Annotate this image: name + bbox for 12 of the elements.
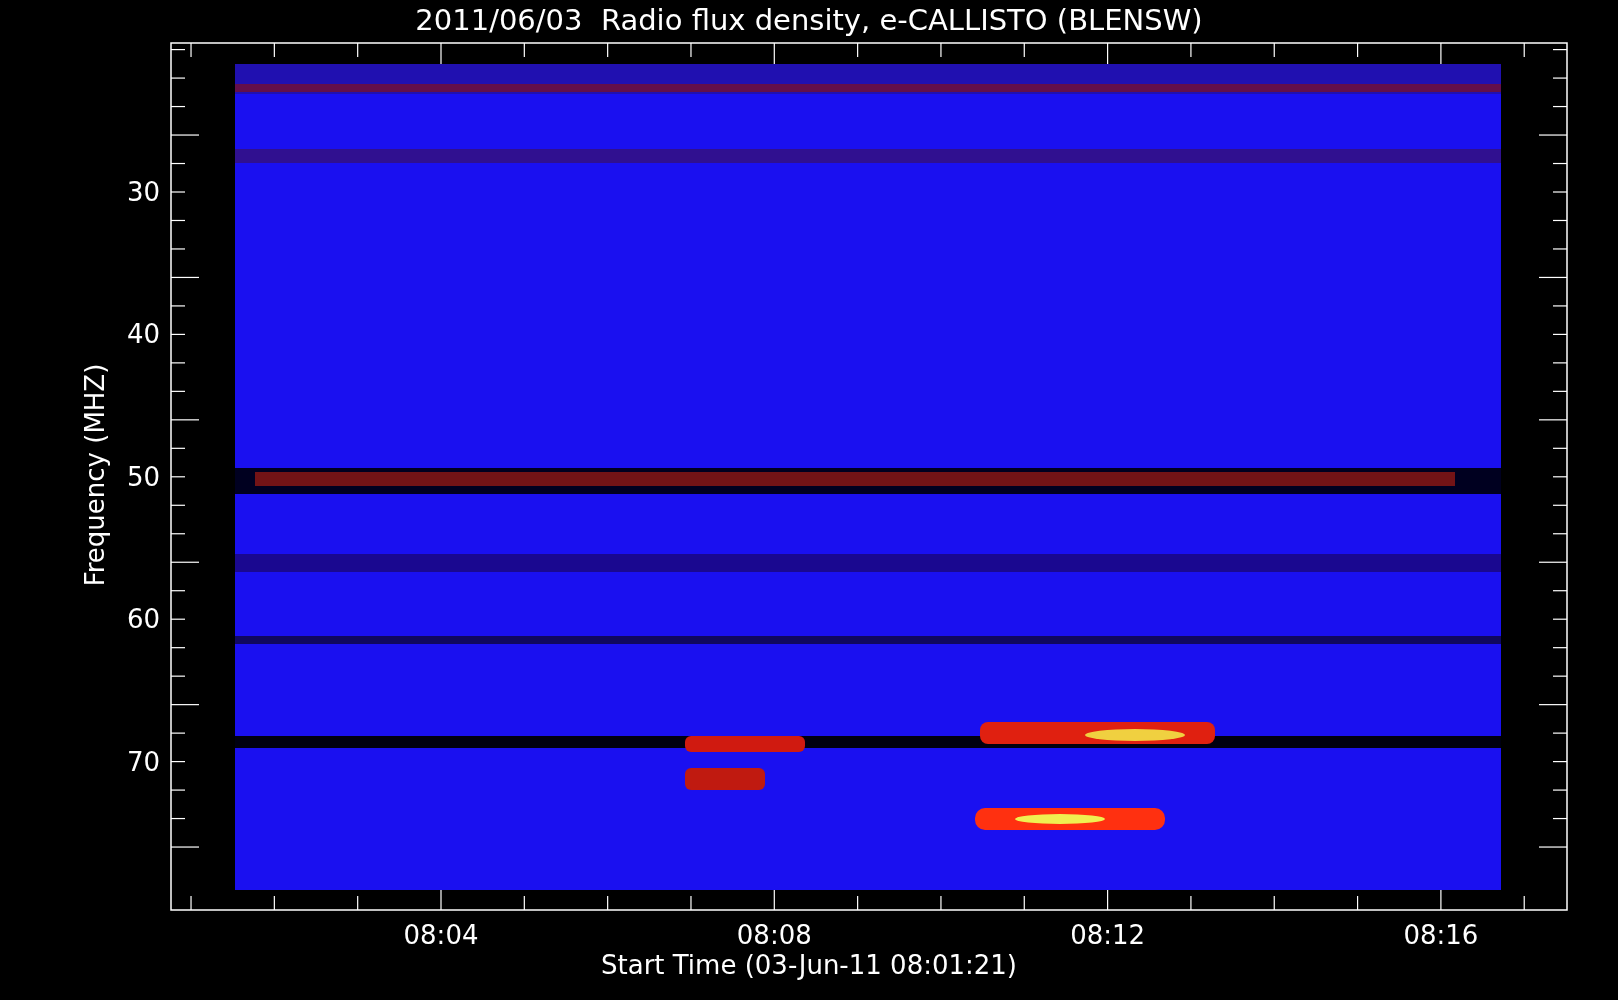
tick-label: 08:08 [735, 920, 813, 950]
chart-title: 2011/06/03 Radio flux density, e-CALLISTO (BLENSW) [414, 2, 1204, 38]
tick-label: 08:04 [402, 920, 480, 950]
axis-title: Frequency (MHZ) [80, 362, 110, 589]
tick-label: 40 [125, 319, 160, 350]
tick-label: 30 [125, 177, 160, 207]
tick-label: 70 [125, 746, 160, 777]
tick-label: 08:16 [1402, 920, 1480, 950]
tick-label: 50 [125, 461, 160, 492]
tick-label: 60 [125, 604, 160, 635]
axis-title: Start Time (03-Jun-11 08:01:21) [600, 950, 1018, 980]
tick-label: 08:12 [1069, 920, 1147, 950]
